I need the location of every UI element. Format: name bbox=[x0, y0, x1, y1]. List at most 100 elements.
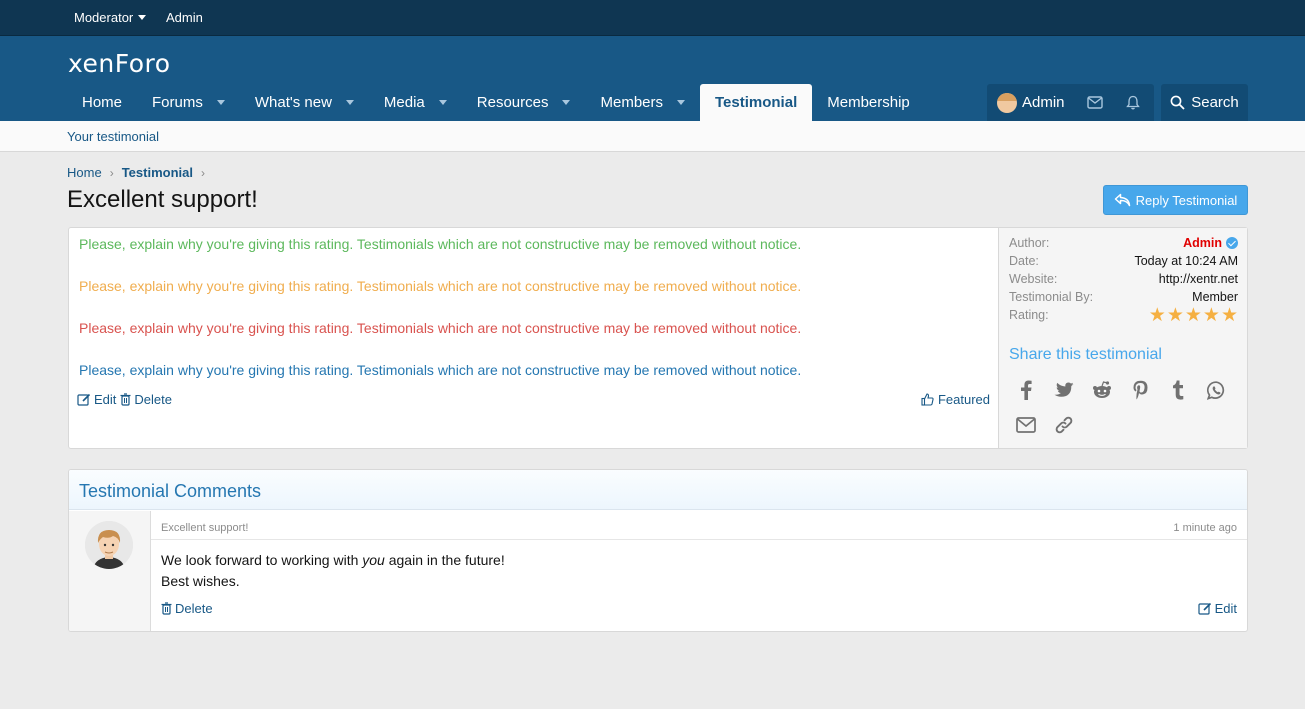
nav-tab-testimonial[interactable]: Testimonial bbox=[700, 84, 813, 121]
facebook-icon[interactable] bbox=[1014, 378, 1038, 402]
nav-tab-label: What's new bbox=[254, 94, 332, 111]
edit-label: Edit bbox=[94, 392, 117, 407]
testimonial-line-red: Please, explain why you're giving this r… bbox=[79, 320, 802, 336]
nav-tab-media[interactable]: Media bbox=[369, 84, 462, 121]
avatar[interactable] bbox=[997, 92, 1017, 113]
info-by-label: Testimonial By: bbox=[1009, 290, 1094, 304]
nav-tab-membership[interactable]: Membership bbox=[812, 84, 925, 121]
comment-text-emphasis: you bbox=[362, 552, 385, 568]
your-testimonial-link[interactable]: Your testimonial bbox=[67, 129, 159, 144]
star-icon: ★ bbox=[1220, 305, 1238, 326]
nav-tab-label: Membership bbox=[827, 94, 910, 111]
edit-button[interactable]: Edit bbox=[77, 392, 116, 407]
avatar[interactable] bbox=[85, 521, 133, 569]
info-author-label: Author: bbox=[1009, 236, 1050, 250]
nav-tab-home[interactable]: Home bbox=[67, 84, 137, 121]
chevron-down-icon[interactable] bbox=[345, 100, 354, 105]
search-button[interactable]: Search bbox=[1161, 84, 1248, 121]
nav-tab-members[interactable]: Members bbox=[585, 84, 700, 121]
site-logo[interactable]: xenForo bbox=[68, 49, 171, 78]
account-bar: Admin bbox=[987, 84, 1154, 121]
info-testimonial-by: Testimonial By: Member bbox=[1009, 290, 1238, 304]
delete-button[interactable]: Delete bbox=[120, 392, 172, 407]
delete-label: Delete bbox=[134, 392, 172, 407]
nav-tab-label: Resources bbox=[476, 94, 549, 111]
info-website-label: Website: bbox=[1009, 272, 1058, 286]
reply-icon bbox=[1114, 193, 1130, 207]
info-rating: Rating: ★ ★ ★ ★ ★ bbox=[1009, 305, 1238, 326]
chevron-down-icon[interactable] bbox=[438, 100, 447, 105]
nav-tab-label: Forums bbox=[152, 94, 203, 111]
comment-time: 1 minute ago bbox=[1173, 522, 1237, 534]
star-icon: ★ bbox=[1184, 305, 1202, 326]
chevron-right-icon: › bbox=[200, 165, 205, 180]
email-icon[interactable] bbox=[1014, 413, 1038, 437]
comment-delete-button[interactable]: Delete bbox=[161, 601, 213, 616]
star-icon: ★ bbox=[1166, 305, 1184, 326]
admin-link[interactable]: Admin bbox=[166, 10, 203, 25]
author-link[interactable]: Admin bbox=[1183, 236, 1238, 250]
site-header: xenForo Home Forums What's new Media Res… bbox=[0, 36, 1305, 121]
testimonial-comments-block: Testimonial Comments Excellent support! … bbox=[68, 469, 1248, 632]
info-website: Website: http://xentr.net bbox=[1009, 272, 1238, 286]
info-date: Date: Today at 10:24 AM bbox=[1009, 254, 1238, 268]
featured-button[interactable]: Featured bbox=[921, 392, 990, 407]
share-title: Share this testimonial bbox=[1009, 346, 1162, 363]
nav-tab-whats-new[interactable]: What's new bbox=[240, 84, 369, 121]
nav-tab-resources[interactable]: Resources bbox=[462, 84, 586, 121]
star-icon: ★ bbox=[1148, 305, 1166, 326]
reply-testimonial-label: Reply Testimonial bbox=[1135, 192, 1238, 208]
testimonial-line-blue: Please, explain why you're giving this r… bbox=[79, 362, 802, 378]
comments-header: Testimonial Comments bbox=[69, 470, 1247, 510]
breadcrumb: Home › Testimonial › bbox=[67, 165, 205, 180]
trash-icon bbox=[120, 393, 131, 406]
nav-tab-forums[interactable]: Forums bbox=[137, 84, 240, 121]
link-icon[interactable] bbox=[1052, 413, 1076, 437]
page-title: Excellent support! bbox=[67, 186, 258, 213]
whatsapp-icon[interactable] bbox=[1204, 378, 1228, 402]
comment-edit-button[interactable]: Edit bbox=[1197, 601, 1237, 616]
breadcrumb-home[interactable]: Home bbox=[67, 165, 102, 180]
comment-line-2: Best wishes. bbox=[161, 573, 240, 589]
author-name: Admin bbox=[1183, 236, 1222, 250]
comment-subject: Excellent support! bbox=[161, 522, 249, 534]
chevron-right-icon: › bbox=[109, 165, 114, 180]
info-by-value: Member bbox=[1192, 290, 1238, 304]
envelope-icon[interactable] bbox=[1086, 96, 1103, 109]
edit-icon bbox=[1197, 602, 1211, 615]
reddit-icon[interactable] bbox=[1090, 378, 1114, 402]
twitter-icon[interactable] bbox=[1052, 378, 1076, 402]
chevron-down-icon[interactable] bbox=[677, 100, 685, 105]
comments-title: Testimonial Comments bbox=[79, 481, 262, 501]
comment-edit-label: Edit bbox=[1214, 601, 1237, 616]
staff-bar: Moderator Admin bbox=[0, 0, 1305, 36]
info-date-value: Today at 10:24 AM bbox=[1134, 254, 1238, 268]
bell-icon[interactable] bbox=[1125, 95, 1140, 110]
info-date-label: Date: bbox=[1009, 254, 1039, 268]
chevron-down-icon[interactable] bbox=[216, 100, 225, 105]
tumblr-icon[interactable] bbox=[1166, 378, 1190, 402]
info-rating-label: Rating: bbox=[1009, 308, 1049, 322]
testimonial-body: Please, explain why you're giving this r… bbox=[69, 228, 998, 448]
testimonial-line-orange: Please, explain why you're giving this r… bbox=[79, 278, 802, 294]
reply-testimonial-button[interactable]: Reply Testimonial bbox=[1103, 185, 1248, 215]
testimonial-info-sidebar: Author: Admin Date: Today at 10:24 AM We… bbox=[998, 228, 1247, 448]
rating-stars: ★ ★ ★ ★ ★ bbox=[1148, 305, 1238, 326]
testimonial-line-green: Please, explain why you're giving this r… bbox=[79, 236, 802, 252]
chevron-down-icon bbox=[138, 15, 147, 20]
comment-user-cell bbox=[69, 511, 151, 631]
chevron-down-icon[interactable] bbox=[562, 100, 571, 105]
website-link[interactable]: http://xentr.net bbox=[1159, 272, 1238, 286]
account-name[interactable]: Admin bbox=[1022, 94, 1065, 111]
admin-label: Admin bbox=[166, 10, 203, 25]
comment-text-part: again in the future! bbox=[384, 552, 505, 568]
search-icon bbox=[1170, 95, 1185, 110]
verified-badge-icon bbox=[1226, 237, 1238, 249]
pinterest-icon[interactable] bbox=[1128, 378, 1152, 402]
comment-line-1: We look forward to working with you agai… bbox=[161, 550, 505, 571]
moderator-menu[interactable]: Moderator bbox=[74, 10, 147, 25]
nav-tab-label: Testimonial bbox=[715, 94, 798, 111]
breadcrumb-testimonial[interactable]: Testimonial bbox=[122, 165, 193, 180]
featured-label: Featured bbox=[937, 392, 990, 407]
testimonial-block: Please, explain why you're giving this r… bbox=[68, 227, 1248, 449]
